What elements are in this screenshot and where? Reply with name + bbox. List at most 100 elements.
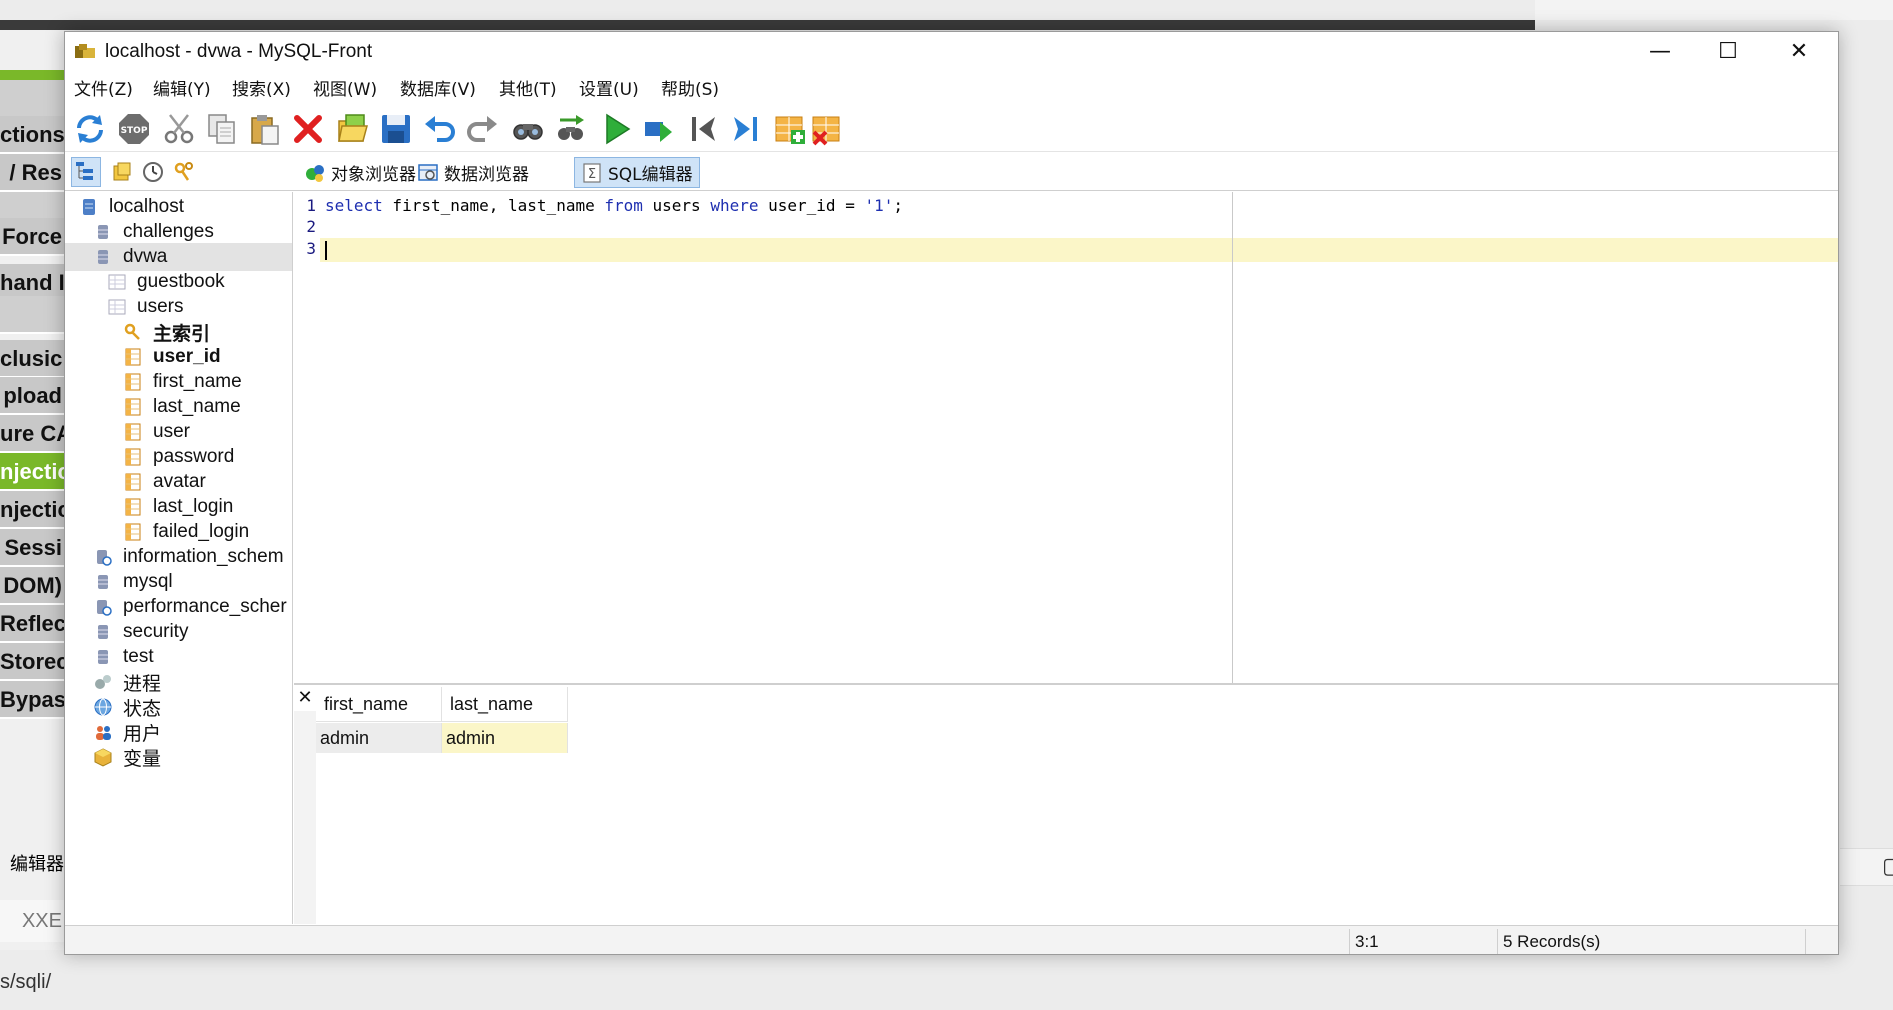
history-icon[interactable] bbox=[138, 157, 168, 187]
tree-node-column[interactable]: last_name bbox=[123, 393, 241, 421]
tab-data-browser[interactable]: 数据浏览器 bbox=[411, 157, 535, 188]
line-number-gutter: 1 2 3 bbox=[294, 192, 320, 683]
dvwa-menu-item[interactable]: pload bbox=[0, 377, 64, 415]
tree-label: 进程 bbox=[123, 673, 162, 695]
dvwa-menu-item[interactable]: / Res bbox=[0, 154, 64, 192]
table-cell[interactable]: admin bbox=[316, 723, 442, 753]
dvwa-menu-item[interactable] bbox=[0, 296, 64, 334]
bookmarks-icon[interactable] bbox=[107, 157, 137, 187]
find-icon[interactable] bbox=[509, 110, 547, 148]
results-gutter bbox=[294, 711, 316, 924]
keys-icon[interactable] bbox=[169, 157, 199, 187]
save-icon[interactable] bbox=[377, 110, 415, 148]
processes-icon bbox=[93, 672, 113, 692]
cut-icon[interactable] bbox=[160, 110, 198, 148]
tree-node-index[interactable]: 主索引 bbox=[123, 318, 210, 346]
insert-record-icon[interactable] bbox=[771, 110, 809, 148]
tree-node-database[interactable]: test bbox=[93, 643, 154, 671]
dvwa-menu-item[interactable]: ctions bbox=[0, 116, 64, 154]
redo-icon[interactable] bbox=[463, 110, 501, 148]
tree-label: 用户 bbox=[123, 723, 162, 745]
dvwa-menu-item-active[interactable]: njectic bbox=[0, 453, 64, 491]
dvwa-menu-item[interactable] bbox=[0, 80, 64, 118]
tree-node-column[interactable]: failed_login bbox=[123, 518, 249, 546]
dvwa-menu-item[interactable]: Reflec bbox=[0, 605, 64, 643]
tree-label: mysql bbox=[123, 571, 173, 592]
tree-node-table[interactable]: guestbook bbox=[107, 268, 225, 296]
tree-node-variables[interactable]: 变量 bbox=[93, 743, 161, 771]
menu-database[interactable]: 数据库(V) bbox=[400, 74, 476, 106]
tree-node-table[interactable]: users bbox=[107, 293, 183, 321]
tab-icon[interactable]: ▢ bbox=[1882, 854, 1893, 879]
tree-label: password bbox=[153, 446, 235, 467]
close-button[interactable]: ✕ bbox=[1765, 32, 1833, 72]
sql-text: users bbox=[642, 196, 711, 215]
copy-icon[interactable] bbox=[203, 110, 241, 148]
tree-node-column[interactable]: password bbox=[123, 443, 234, 471]
tree-node-database[interactable]: challenges bbox=[93, 218, 214, 246]
first-record-icon[interactable] bbox=[685, 110, 723, 148]
url-fragment: s/sqli/ bbox=[0, 971, 52, 993]
menu-view[interactable]: 视图(W) bbox=[313, 74, 377, 106]
dvwa-menu-item[interactable]: njectic bbox=[0, 491, 64, 529]
last-record-icon[interactable] bbox=[726, 110, 764, 148]
menu-edit[interactable]: 编辑(Y) bbox=[153, 74, 211, 106]
tab-object-browser[interactable]: 对象浏览器 bbox=[298, 157, 422, 188]
menu-other[interactable]: 其他(T) bbox=[499, 74, 557, 106]
paste-icon[interactable] bbox=[246, 110, 284, 148]
close-results-button[interactable]: ✕ bbox=[296, 687, 314, 709]
menu-settings[interactable]: 设置(U) bbox=[579, 74, 639, 106]
tree-node-column-primary[interactable]: user_id bbox=[123, 343, 221, 371]
run-icon[interactable] bbox=[597, 110, 635, 148]
delete-record-icon[interactable] bbox=[808, 110, 846, 148]
tree-view-icon[interactable] bbox=[71, 157, 101, 187]
sql-line[interactable]: select first_name, last_name from users … bbox=[325, 196, 903, 215]
tree-node-column[interactable]: first_name bbox=[123, 368, 242, 396]
maximize-button[interactable]: ☐ bbox=[1694, 32, 1762, 72]
tree-node-column[interactable]: last_login bbox=[123, 493, 233, 521]
tree-node-server[interactable]: localhost bbox=[79, 193, 184, 221]
cursor-position: 3:1 bbox=[1355, 932, 1379, 951]
undo-icon[interactable] bbox=[421, 110, 459, 148]
dvwa-menu-item[interactable]: clusic bbox=[0, 340, 64, 378]
tree-node-status[interactable]: 状态 bbox=[93, 693, 161, 721]
view-bar: 对象浏览器 数据浏览器 Σ SQL编辑器 bbox=[65, 151, 1838, 191]
tree-label: user bbox=[153, 421, 190, 442]
dvwa-xxe-link[interactable]: XXE bbox=[0, 900, 64, 942]
open-icon[interactable] bbox=[334, 110, 372, 148]
title-bar[interactable]: localhost - dvwa - MySQL-Front — ☐ ✕ bbox=[65, 32, 1838, 72]
run-line-icon[interactable] bbox=[640, 110, 678, 148]
dvwa-menu-item[interactable]: DOM) bbox=[0, 567, 64, 605]
tab-sql-editor[interactable]: Σ SQL编辑器 bbox=[574, 157, 700, 188]
tree-node-database[interactable]: security bbox=[93, 618, 188, 646]
tree-node-database[interactable]: mysql bbox=[93, 568, 173, 596]
stop-icon[interactable]: STOP bbox=[115, 110, 153, 148]
replace-icon[interactable] bbox=[552, 110, 590, 148]
tree-node-column[interactable]: avatar bbox=[123, 468, 206, 496]
dvwa-menu-item[interactable]: ure CA bbox=[0, 415, 64, 453]
table-cell[interactable]: admin bbox=[442, 723, 568, 753]
refresh-icon[interactable] bbox=[71, 110, 109, 148]
system-database-icon bbox=[93, 547, 113, 567]
tree-node-users[interactable]: 用户 bbox=[93, 718, 161, 746]
dvwa-menu-item[interactable]: Storec bbox=[0, 643, 64, 681]
menu-search[interactable]: 搜索(X) bbox=[232, 74, 291, 106]
menu-file[interactable]: 文件(Z) bbox=[74, 74, 133, 106]
tree-node-system-database[interactable]: performance_scher bbox=[93, 593, 287, 621]
column-header[interactable]: last_name bbox=[442, 687, 568, 722]
dvwa-menu-item[interactable]: Bypass bbox=[0, 681, 64, 719]
dvwa-menu-item[interactable]: Sessi bbox=[0, 529, 64, 567]
tree-node-database-selected[interactable]: dvwa bbox=[65, 243, 292, 271]
tree-node-processes[interactable]: 进程 bbox=[93, 668, 161, 696]
dvwa-menu-item[interactable]: Force bbox=[0, 218, 64, 256]
menu-help[interactable]: 帮助(S) bbox=[661, 74, 719, 106]
minimize-button[interactable]: — bbox=[1626, 32, 1694, 72]
column-header[interactable]: first_name bbox=[316, 687, 442, 722]
window-title: localhost - dvwa - MySQL-Front bbox=[105, 41, 373, 62]
server-icon bbox=[79, 197, 99, 217]
tree-node-column[interactable]: user bbox=[123, 418, 190, 446]
database-icon bbox=[93, 572, 113, 592]
sql-editor[interactable]: 1 2 3 select first_name, last_name from … bbox=[294, 192, 1838, 685]
delete-icon[interactable] bbox=[289, 110, 327, 148]
tree-node-system-database[interactable]: information_schem bbox=[93, 543, 284, 571]
